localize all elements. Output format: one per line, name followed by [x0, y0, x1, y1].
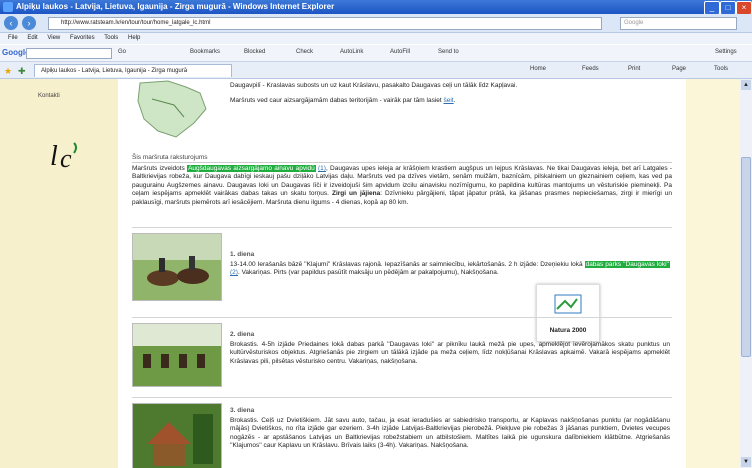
day3-title: 3. diena [230, 407, 255, 414]
day3-photo [132, 403, 222, 468]
day2-body: Brokastis. 4-5h izjāde Priedaines lokā d… [230, 341, 670, 365]
natura-logo-icon [554, 294, 582, 314]
window-titlebar: Alpiķu laukos - Latvija, Lietuva, Igauni… [0, 0, 752, 15]
menu-tools[interactable]: Tools [104, 33, 118, 44]
gb-autolink[interactable]: AutoLink [340, 49, 363, 55]
day1-body: 13-14.00 Ierašanās bāzē ''Klajumi'' Krās… [230, 261, 583, 269]
section-title: Šis maršruta raksturojums [132, 154, 208, 161]
day3-body: Brokastis. Ceļš uz Dvietiškiem. Jāt savu… [230, 417, 670, 449]
tool-print[interactable]: Print [628, 66, 640, 72]
sidebar: Kontakti l c [0, 79, 118, 468]
vertical-scrollbar[interactable]: ▲ ▼ [740, 79, 752, 468]
address-input[interactable]: http://www.ratsteam.lv/en/tour/tour/home… [48, 17, 602, 30]
day1-highlight-link[interactable]: dabas parks ''Daugavas loki'' [584, 261, 670, 269]
tool-home[interactable]: Home [530, 66, 546, 72]
tool-page[interactable]: Page [672, 66, 686, 72]
section-bold-label: Zirgi un jājiena [331, 190, 381, 198]
back-icon[interactable]: ‹ [4, 16, 18, 30]
section-divider [132, 162, 672, 163]
route-map [137, 80, 207, 138]
section-text-before: Maršruts izveidots [132, 165, 185, 172]
tab-current[interactable]: Alpiķu laukos - Latvija, Lietuva, Igauni… [34, 64, 232, 77]
main-content: Daugavpilī - Kraslavas subosts un uz kau… [118, 79, 686, 468]
divider-day1 [132, 227, 672, 228]
address-bar-row: ‹ › http://www.ratsteam.lv/en/tour/tour/… [0, 14, 752, 33]
scroll-up-arrow-icon[interactable]: ▲ [741, 80, 751, 90]
logo-mark: l c [50, 141, 77, 173]
day2-photo [132, 323, 222, 387]
gb-autofill[interactable]: AutoFill [390, 49, 410, 55]
day1-photo [132, 233, 222, 301]
gb-blocked[interactable]: Blocked [244, 49, 265, 55]
day3-text: 3. diena Brokastis. Ceļš uz Dvietiškiem.… [230, 407, 670, 450]
sidebar-link-contacts[interactable]: Kontakti [38, 93, 60, 99]
menu-help[interactable]: Help [128, 33, 140, 44]
intro-link[interactable]: šeit [444, 97, 454, 104]
day1-text: 1. diena 13-14.00 Ierašanās bāzē ''Klaju… [230, 251, 670, 278]
gb-settings[interactable]: Settings [715, 49, 737, 55]
day1-body-end: . Vakariņas. Pirts (var papildus pasūtīt… [237, 269, 499, 277]
gb-bookmarks[interactable]: Bookmarks [190, 49, 220, 55]
search-input[interactable]: Google [620, 17, 737, 30]
intro-text: Daugavpilī - Kraslavas subosts un uz kau… [230, 81, 670, 105]
gb-sendto[interactable]: Send to [438, 49, 459, 55]
menu-file[interactable]: File [8, 33, 18, 44]
scroll-down-arrow-icon[interactable]: ▼ [741, 457, 751, 467]
day1-footnote-link[interactable]: (2) [230, 269, 238, 276]
tool-feeds[interactable]: Feeds [582, 66, 599, 72]
add-favorites-icon[interactable]: ✚ [18, 66, 26, 77]
menu-bar: File Edit View Favorites Tools Help [0, 33, 752, 44]
menu-favorites[interactable]: Favorites [70, 33, 95, 44]
lc-logo: l c [48, 137, 88, 178]
tool-tools[interactable]: Tools [714, 66, 728, 72]
divider-day2 [132, 317, 672, 318]
intro-line-1: Daugavpilī - Kraslavas subosts un uz kau… [230, 82, 518, 89]
menu-view[interactable]: View [47, 33, 60, 44]
gb-go[interactable]: Go [118, 49, 126, 55]
section-paragraph: Maršruts izveidots Augšdaugavas aizsargā… [132, 165, 672, 207]
intro-line-2: Maršruts ved caur aizsargājamām dabas te… [230, 97, 456, 104]
svg-text:l: l [50, 141, 58, 171]
scroll-thumb[interactable] [741, 157, 751, 357]
close-button[interactable]: × [736, 1, 752, 15]
favorites-star-icon[interactable]: ★ [4, 66, 12, 77]
forward-icon[interactable]: › [22, 16, 36, 30]
browser-icon [3, 2, 13, 12]
divider-day3 [132, 397, 672, 398]
page-viewport: Kontakti l c Daugavpilī - Kraslavas subo… [0, 79, 740, 468]
menu-edit[interactable]: Edit [27, 33, 37, 44]
day2-text: 2. diena Brokastis. 4-5h izjāde Priedain… [230, 331, 670, 366]
minimize-button[interactable]: _ [704, 1, 720, 15]
day1-title: 1. diena [230, 251, 255, 258]
svg-text:c: c [60, 144, 72, 171]
intro-line-2-text: Maršruts ved caur aizsargājamām dabas te… [230, 97, 442, 104]
gb-check[interactable]: Check [296, 49, 313, 55]
maximize-button[interactable]: □ [720, 1, 736, 15]
tab-bar: ★ ✚ Alpiķu laukos - Latvija, Lietuva, Ig… [0, 62, 752, 79]
google-toolbar: Google Go Bookmarks Blocked Check AutoLi… [0, 45, 752, 62]
day2-title: 2. diena [230, 331, 255, 338]
window-title: Alpiķu laukos - Latvija, Lietuva, Igauni… [16, 2, 335, 11]
footnote-link-1[interactable]: (1) [318, 165, 326, 172]
highlight-link-1[interactable]: Augšdaugavas aizsargājamo ainavu apvidū [187, 165, 316, 172]
google-search-input[interactable] [26, 48, 112, 59]
